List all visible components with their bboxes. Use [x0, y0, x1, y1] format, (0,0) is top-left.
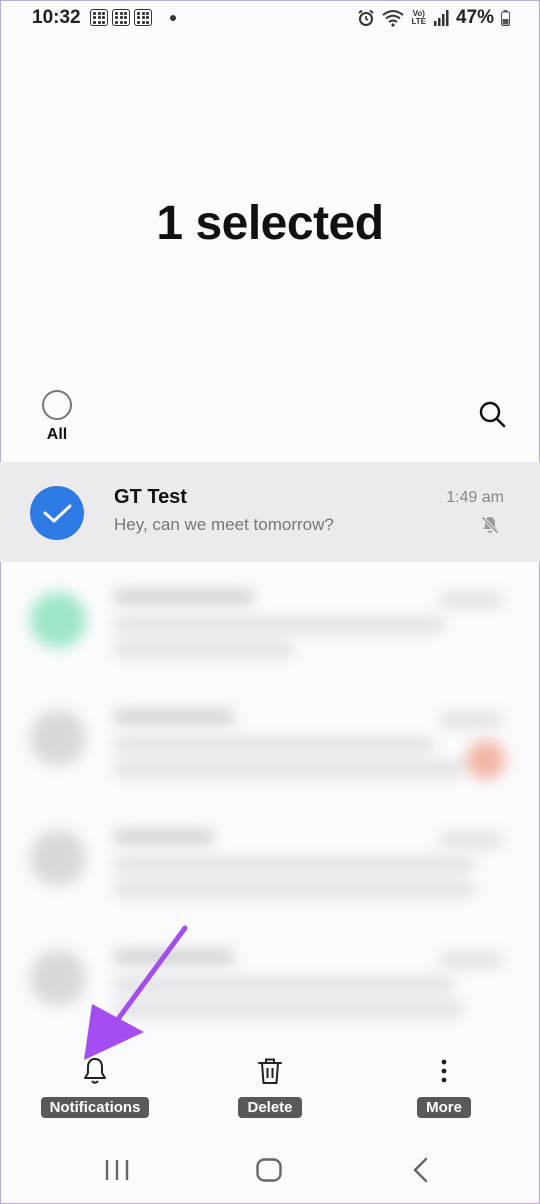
battery-percent: 47% — [455, 7, 494, 28]
blurred-line — [440, 593, 502, 607]
blurred-avatar — [30, 710, 86, 766]
blurred-line — [440, 833, 502, 847]
blurred-line — [114, 858, 474, 872]
blurred-line — [114, 590, 254, 604]
recent-apps-icon[interactable] — [104, 1158, 130, 1182]
volte-indicator: Vo) LTE — [411, 10, 426, 26]
battery-icon — [501, 10, 510, 26]
more-notifications-dot-icon — [170, 14, 176, 21]
select-all-checkbox[interactable]: All — [42, 390, 72, 444]
notification-icons — [90, 9, 176, 26]
app-notification-icon — [134, 9, 152, 26]
more-label: More — [417, 1097, 471, 1118]
check-icon — [43, 504, 72, 523]
notifications-button[interactable]: Notifications — [36, 1056, 154, 1118]
bell-icon — [84, 1058, 106, 1084]
app-notification-icon — [90, 9, 108, 26]
alarm-icon — [358, 9, 375, 26]
delete-label: Delete — [238, 1097, 302, 1118]
blurred-line — [440, 953, 502, 967]
delete-button[interactable]: Delete — [230, 1056, 310, 1118]
more-button[interactable]: More — [404, 1056, 484, 1118]
app-notification-icon — [112, 9, 130, 26]
blurred-avatar — [30, 592, 86, 648]
blurred-line — [114, 642, 294, 656]
muted-bell-icon — [480, 515, 500, 535]
blurred-avatar — [30, 830, 86, 886]
blurred-line — [114, 738, 434, 752]
status-right: Vo) LTE 47% — [357, 7, 510, 29]
conversation-time: 1:49 am — [446, 489, 504, 506]
conversation-snippet: Hey, can we meet tomorrow? — [114, 515, 334, 534]
wifi-icon — [382, 10, 405, 27]
conversation-name: GT Test — [114, 486, 187, 508]
more-vertical-icon — [441, 1059, 447, 1083]
home-icon[interactable] — [255, 1157, 283, 1183]
blurred-line — [114, 882, 474, 896]
page-title: 1 selected — [156, 197, 384, 250]
blurred-badge — [466, 740, 506, 780]
notifications-label: Notifications — [40, 1097, 150, 1118]
search-icon[interactable] — [478, 400, 506, 428]
selected-check-avatar[interactable] — [30, 486, 84, 540]
lte-label: LTE — [411, 17, 426, 26]
blurred-line — [440, 713, 502, 727]
back-icon[interactable] — [410, 1157, 430, 1183]
status-time: 10:32 — [32, 7, 81, 28]
annotation-arrow-icon — [84, 925, 188, 1060]
blurred-line — [114, 710, 234, 724]
signal-icon — [433, 10, 449, 26]
blurred-line — [114, 762, 464, 776]
select-all-label: All — [46, 426, 68, 443]
trash-icon — [258, 1058, 282, 1084]
status-bar: 10:32 Vo) LTE 47% — [0, 0, 540, 40]
blurred-line — [114, 618, 444, 632]
blurred-line — [114, 830, 214, 844]
select-all-circle-icon — [42, 390, 72, 420]
